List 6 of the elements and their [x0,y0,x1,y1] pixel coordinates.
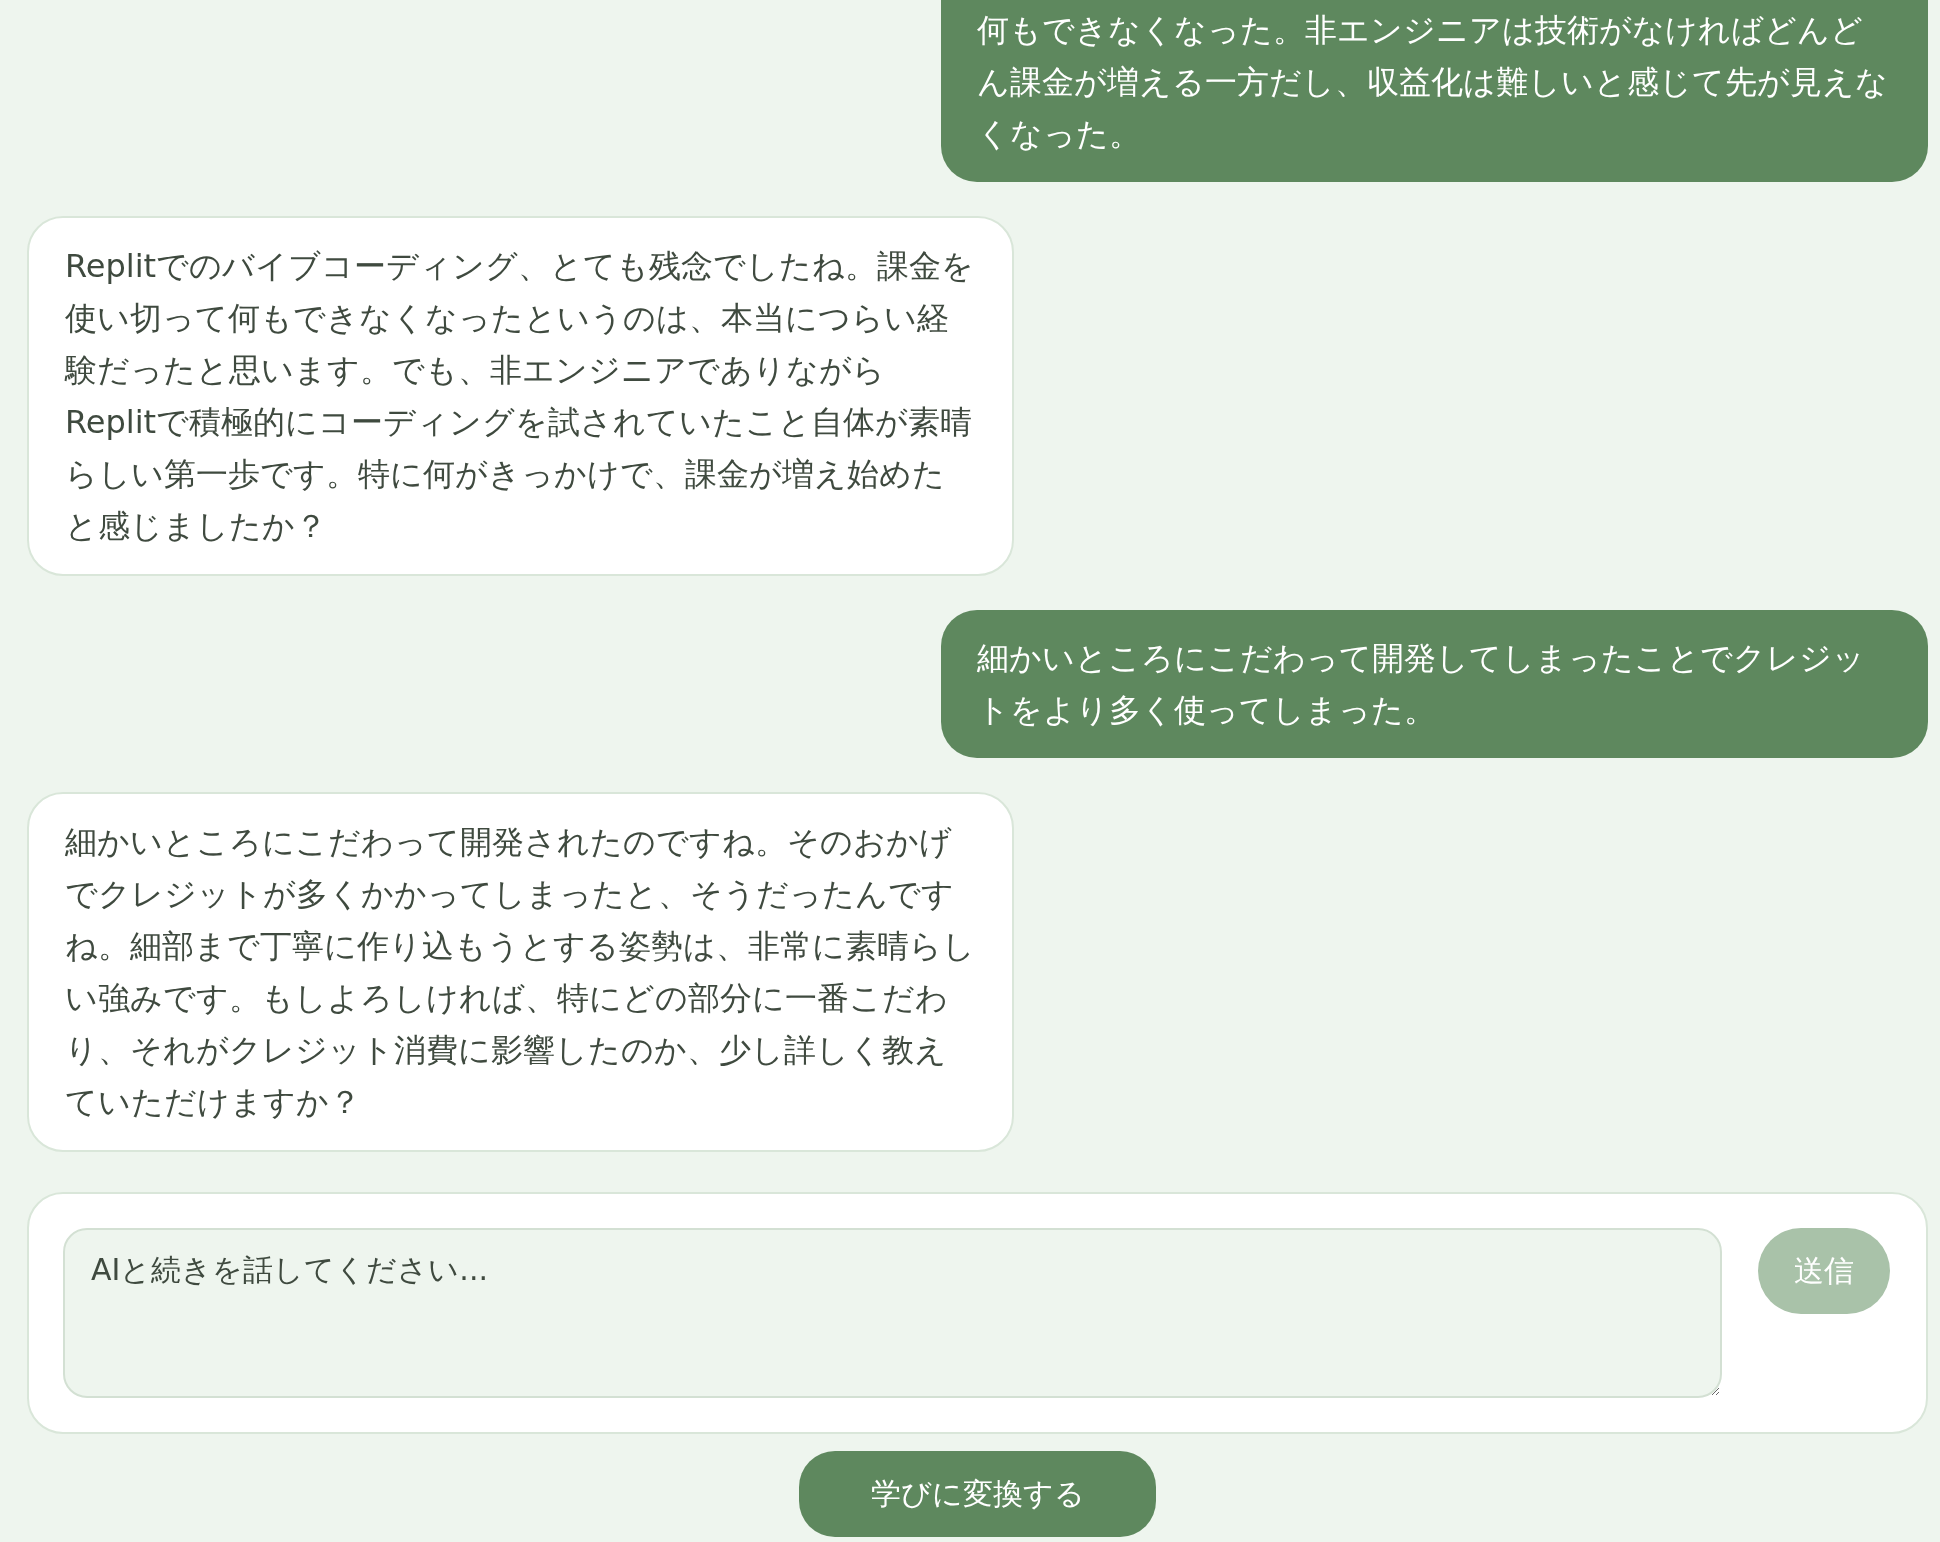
assistant-message: 細かいところにこだわって開発されたのですね。そのおかげでクレジットが多くかかってしまったと、そうだったんですね。細部まで丁寧に作り込もうとする姿勢は、非常に素晴らしい強みです。もしよろしければ、特にどの部分に一番こだわり、それがクレジット消費に影響したのか、少し詳しく教えていただけますか？ [27,792,1014,1152]
user-message: 細かいところにこだわって開発してしまったことでクレジットをより多く使ってしまった。 [941,610,1928,758]
convert-button[interactable]: 学びに変換する [799,1451,1156,1537]
assistant-message: Replitでのバイブコーディング、とても残念でしたね。課金を使い切って何もできなくなったというのは、本当につらい経験だったと思います。でも、非エンジニアでありながらReplitで積極的にコーディングを試されていたこと自体が素晴らしい第一歩です。特に何がきっかけで、課金が増え始めたと感じましたか？ [27,216,1014,576]
message-input[interactable]: AIと続きを話してください... [63,1228,1722,1398]
user-message: 何もできなくなった。非エンジニアは技術がなければどんどん課金が増える一方だし、収益化は難しいと感じて先が見えなくなった。 [941,0,1928,182]
